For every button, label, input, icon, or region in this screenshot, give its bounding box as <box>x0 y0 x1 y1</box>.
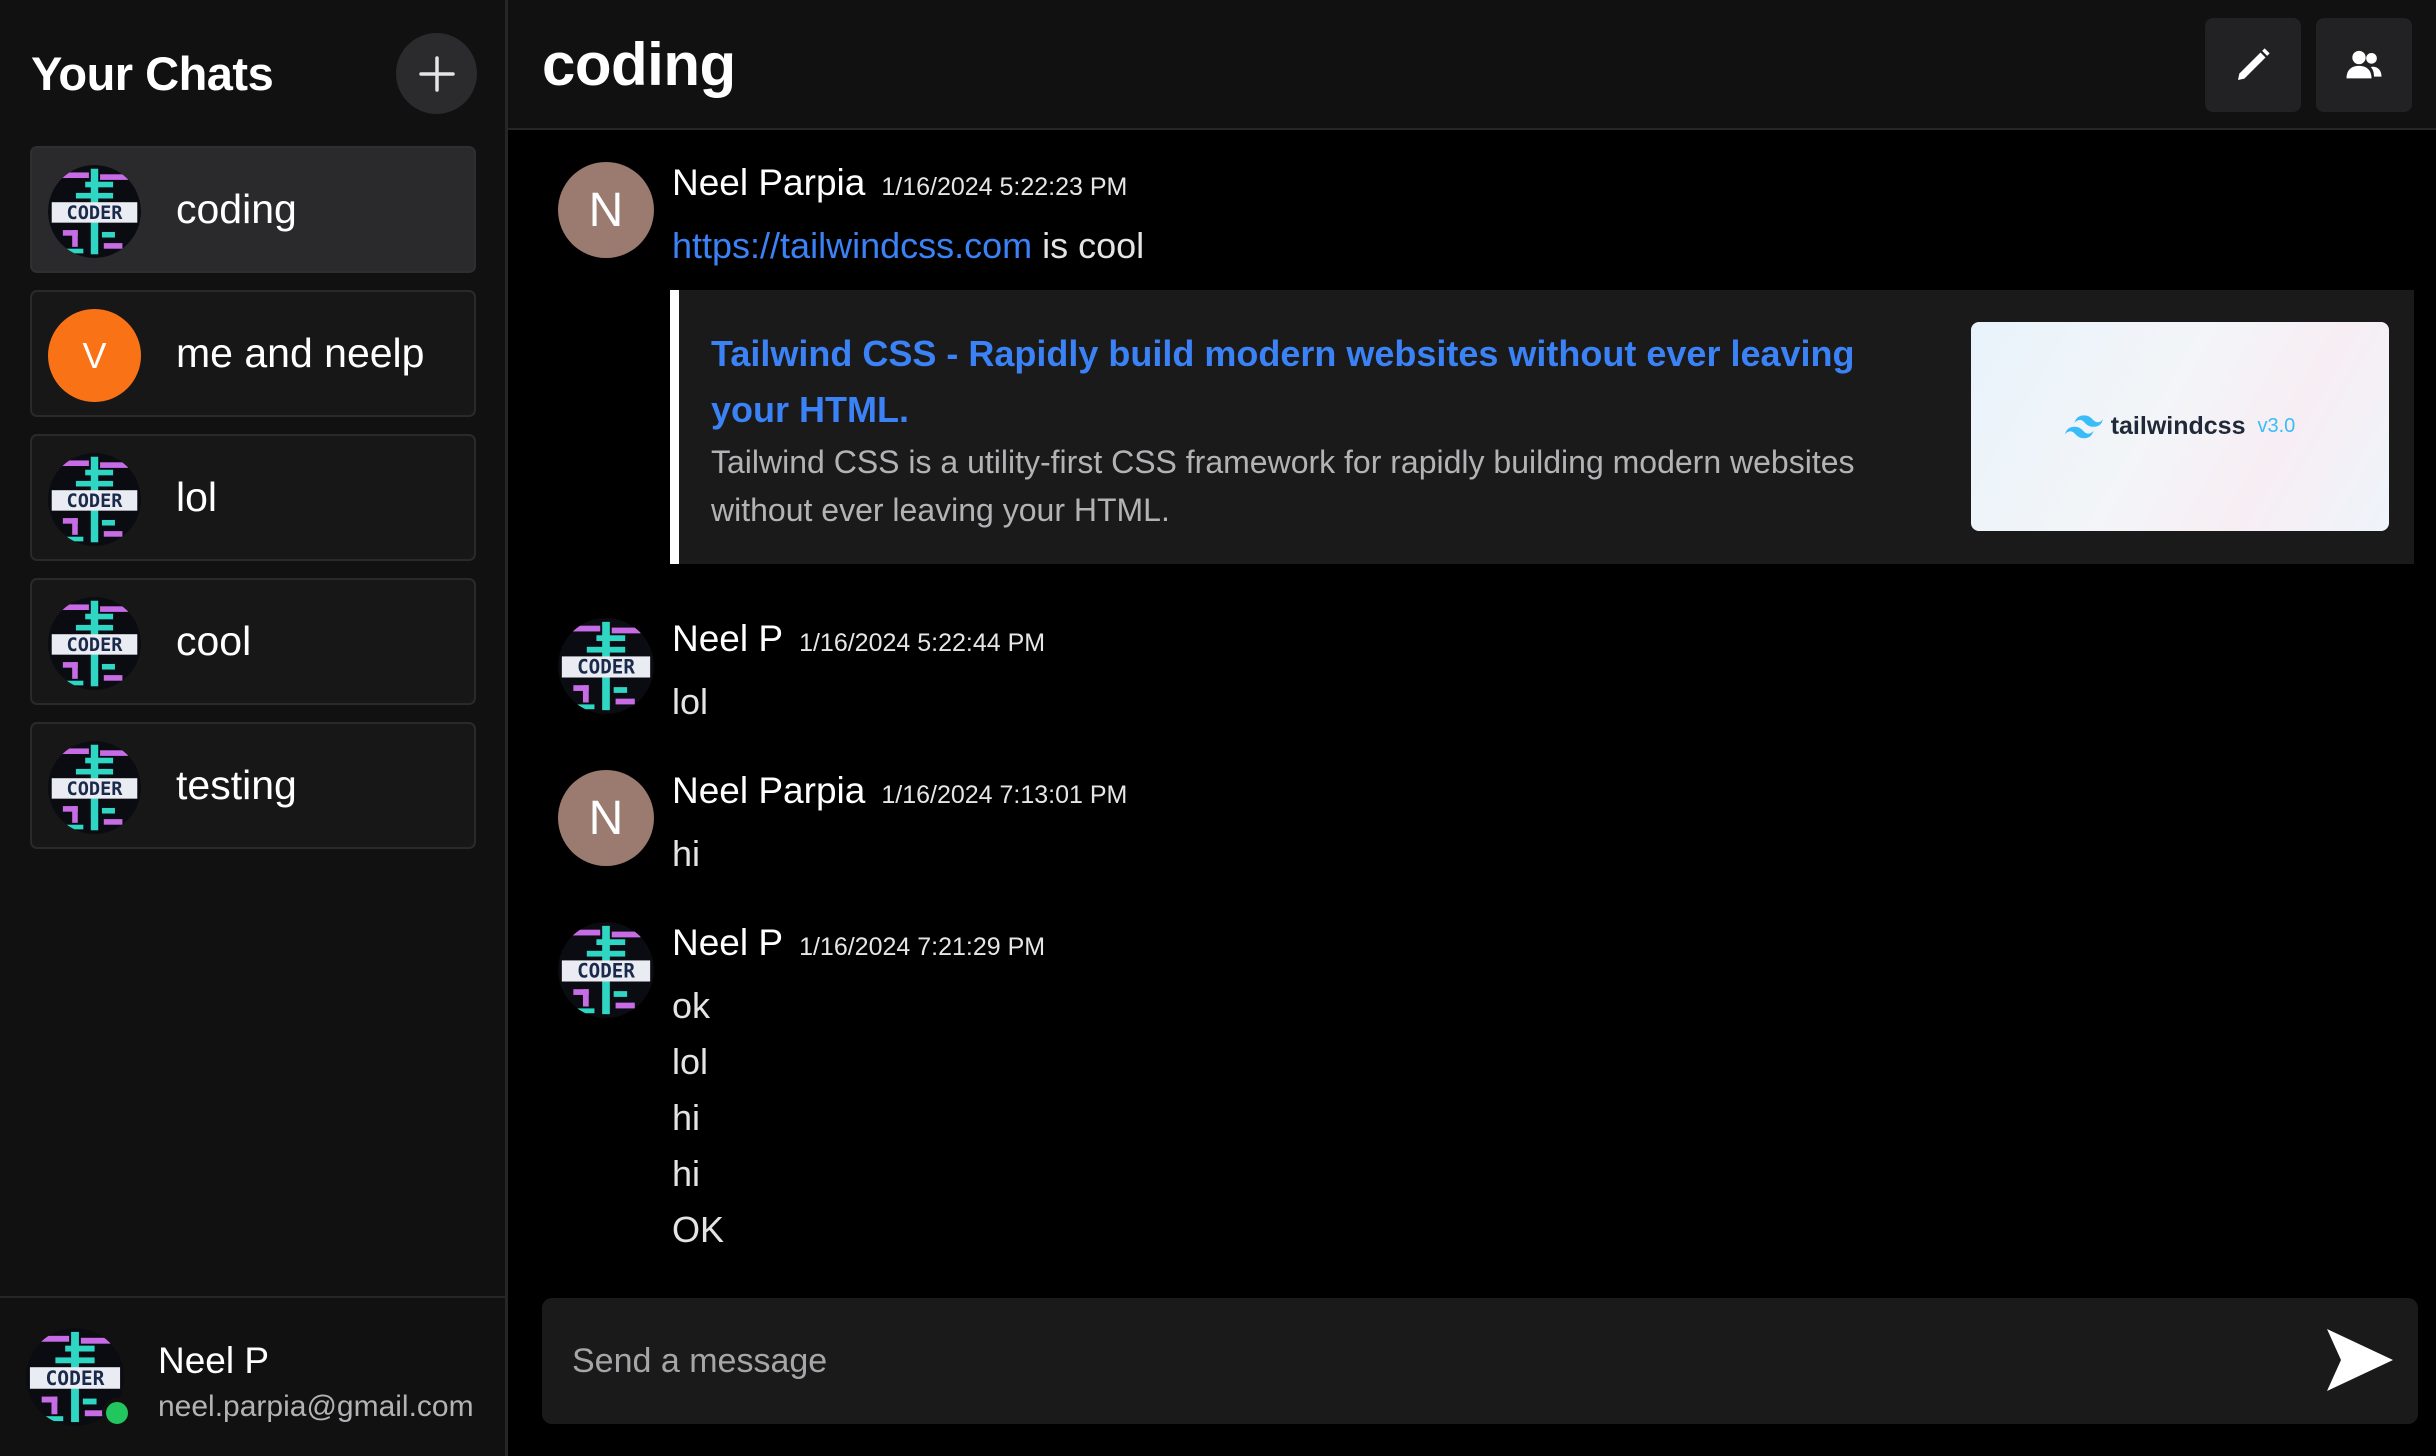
message-text-suffix: is cool <box>1032 225 1145 266</box>
chat-item-name: lol <box>176 474 218 520</box>
chat-item-name: coding <box>176 186 297 232</box>
user-email: neel.parpia@gmail.com <box>158 1390 474 1423</box>
message-timestamp: 1/16/2024 7:21:29 PM <box>799 933 1046 961</box>
chat-avatar: V <box>48 309 141 402</box>
chat-room-title: coding <box>542 31 736 98</box>
message-text: ok <box>672 985 711 1026</box>
chat-item-name: me and neelp <box>176 330 425 376</box>
message-body: hi <box>672 826 700 882</box>
message-text: OK <box>672 1209 725 1250</box>
chat-item-testing[interactable]: testing <box>30 722 476 849</box>
chat-header: coding <box>508 0 2436 130</box>
message-author: Neel P <box>672 618 784 659</box>
message-text: https://tailwindcss.com is cool <box>672 218 1144 274</box>
author-avatar <box>558 618 654 714</box>
message-author: Neel P <box>672 922 784 963</box>
tailwind-brand: tailwindcss <box>2110 412 2246 440</box>
edit-chat-button[interactable] <box>2205 18 2301 112</box>
send-button[interactable] <box>2322 1324 2398 1396</box>
message-link[interactable]: https://tailwindcss.com <box>672 225 1032 266</box>
message-composer <box>542 1298 2418 1424</box>
chat-avatar <box>48 165 141 258</box>
link-preview-embed[interactable]: Tailwind CSS - Rapidly build modern webs… <box>670 290 2414 564</box>
chat-item-lol[interactable]: lol <box>30 434 476 561</box>
embed-title[interactable]: Tailwind CSS - Rapidly build modern webs… <box>711 326 1921 438</box>
message-timestamp: 1/16/2024 5:22:44 PM <box>799 629 1046 657</box>
plus-icon <box>418 55 455 92</box>
chat-item-coding[interactable]: coding <box>30 146 476 273</box>
message-timestamp: 1/16/2024 5:22:23 PM <box>881 173 1128 201</box>
sidebar: Your Chats coding V me and neelp lol coo… <box>0 0 508 1456</box>
chat-item-name: cool <box>176 618 252 664</box>
send-icon <box>2327 1329 2393 1391</box>
chat-item-name: testing <box>176 762 297 808</box>
message-text: hi <box>672 1097 701 1138</box>
author-avatar: N <box>558 162 654 258</box>
new-chat-button[interactable] <box>396 33 477 114</box>
pencil-icon <box>2238 48 2270 80</box>
message-header: Neel Parpia 1/16/2024 7:13:01 PM <box>672 770 1127 822</box>
members-button[interactable] <box>2316 18 2412 112</box>
message-header: Neel Parpia 1/16/2024 5:22:23 PM <box>672 162 1127 214</box>
message-timestamp: 1/16/2024 7:13:01 PM <box>881 781 1128 809</box>
sidebar-header: Your Chats <box>0 0 505 148</box>
embed-description: Tailwind CSS is a utility-first CSS fram… <box>711 444 1855 528</box>
message-author: Neel Parpia <box>672 770 866 811</box>
message-body: https://tailwindcss.com is cool <box>672 218 1144 274</box>
tailwind-version: v3.0 <box>2257 415 2296 437</box>
tailwind-logo: tailwindcss v3.0 <box>2064 412 2296 441</box>
user-name: Neel P <box>158 1340 270 1381</box>
chat-avatar <box>48 597 141 690</box>
message-header: Neel P 1/16/2024 5:22:44 PM <box>672 618 1045 670</box>
message-text: lol <box>672 681 709 722</box>
message-text: hi <box>672 833 701 874</box>
online-status-indicator <box>102 1398 132 1428</box>
message-body: lol <box>672 674 708 730</box>
chat-list: coding V me and neelp lol cool testing <box>30 146 476 866</box>
message-body: ok lol hi hi OK <box>672 978 724 1258</box>
message-header: Neel P 1/16/2024 7:21:29 PM <box>672 922 1045 974</box>
message-text: hi <box>672 1153 701 1194</box>
chat-main: coding N Neel Parpia 1/16/2024 5:22:23 P… <box>508 0 2436 1456</box>
chat-avatar <box>48 453 141 546</box>
author-avatar <box>558 922 654 1018</box>
message-text: lol <box>672 1041 709 1082</box>
current-user-panel[interactable]: Neel P neel.parpia@gmail.com <box>0 1296 505 1456</box>
message-input[interactable] <box>572 1316 2212 1406</box>
chat-item-me-and-neelp[interactable]: V me and neelp <box>30 290 476 417</box>
chat-item-cool[interactable]: cool <box>30 578 476 705</box>
author-avatar: N <box>558 770 654 866</box>
users-icon <box>2346 50 2382 79</box>
message-author: Neel Parpia <box>672 162 866 203</box>
embed-thumbnail[interactable]: tailwindcss v3.0 <box>1971 322 2389 531</box>
chat-avatar <box>48 741 141 834</box>
sidebar-title: Your Chats <box>31 47 274 100</box>
tailwind-wave-icon <box>2064 414 2103 438</box>
